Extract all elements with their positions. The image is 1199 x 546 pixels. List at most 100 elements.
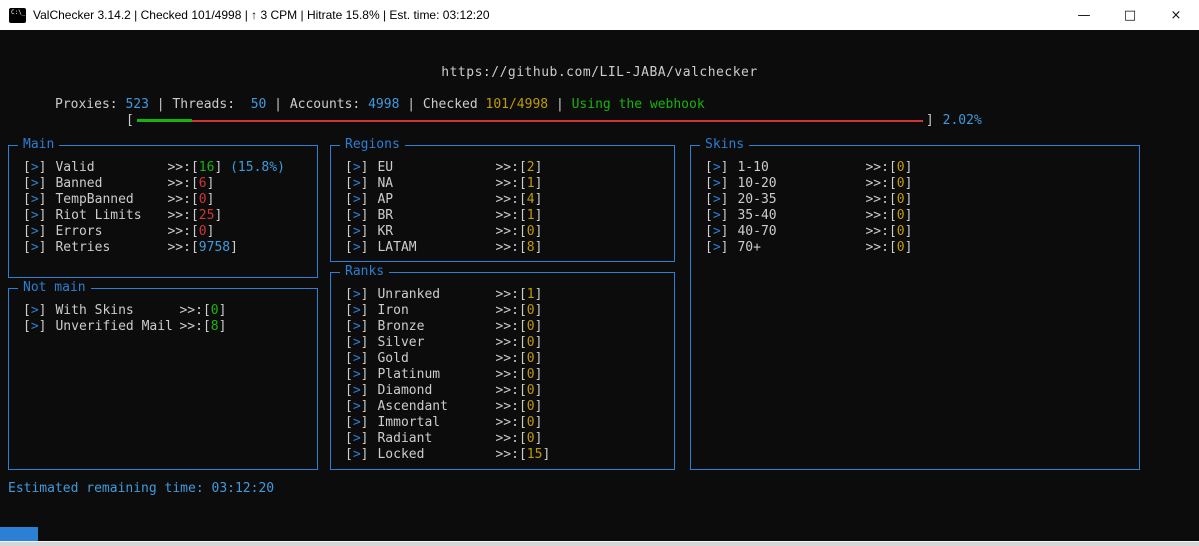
row-value: >>:[0] — [495, 351, 542, 367]
minimize-button[interactable]: — — [1061, 0, 1107, 30]
stat-row: [>]Platinum>>:[0] — [345, 367, 664, 383]
row-marker-icon: [>] — [345, 208, 368, 224]
stat-segment: Using the webhook — [572, 97, 705, 112]
row-label: TempBanned — [55, 192, 167, 208]
skins-box-title: Skins — [700, 137, 749, 152]
stat-segment: | Checked — [399, 97, 485, 112]
row-value: >>:[4] — [495, 192, 542, 208]
stat-row: [>]NA>>:[1] — [345, 176, 664, 192]
not-main-box-rows: [>]With Skins>>:[0][>]Unverified Mail>>:… — [9, 289, 317, 335]
row-value: >>:[0] — [495, 415, 542, 431]
stat-row: [>]TempBanned>>:[0] — [23, 192, 307, 208]
progress-percent: 2.02% — [943, 113, 982, 128]
stat-segment: 50 — [251, 97, 267, 112]
row-label: LATAM — [377, 240, 495, 256]
row-label: EU — [377, 160, 495, 176]
main-box-title: Main — [18, 137, 59, 152]
window-controls: — □ × — [1061, 0, 1199, 30]
stat-row: [>]20-35>>:[0] — [705, 192, 1129, 208]
stat-row: [>]Retries>>:[9758] — [23, 240, 307, 256]
row-label: Radiant — [377, 431, 495, 447]
progress-remaining-segment — [192, 120, 923, 122]
title-bar[interactable]: C:\_ ValChecker 3.14.2 | Checked 101/499… — [0, 0, 1199, 30]
maximize-button[interactable]: □ — [1107, 0, 1153, 30]
row-label: Retries — [55, 240, 167, 256]
progress-bar: [ ] 2.02% — [126, 113, 982, 128]
row-value: >>:[16] (15.8%) — [167, 160, 284, 176]
stat-row: [>]AP>>:[4] — [345, 192, 664, 208]
stat-row: [>]10-20>>:[0] — [705, 176, 1129, 192]
row-label: Bronze — [377, 319, 495, 335]
row-value: >>:[0] — [495, 303, 542, 319]
row-marker-icon: [>] — [705, 176, 728, 192]
row-label: BR — [377, 208, 495, 224]
row-value: >>:[25] — [167, 208, 222, 224]
row-label: With Skins — [55, 303, 179, 319]
row-marker-icon: [>] — [345, 160, 368, 176]
row-value: >>:[1] — [495, 287, 542, 303]
ranks-box-rows: [>]Unranked>>:[1][>]Iron>>:[0][>]Bronze>… — [331, 273, 674, 463]
stat-row: [>]KR>>:[0] — [345, 224, 664, 240]
row-label: 35-40 — [737, 208, 865, 224]
close-button[interactable]: × — [1153, 0, 1199, 30]
skins-stats-box: Skins [>]1-10>>:[0][>]10-20>>:[0][>]20-3… — [690, 145, 1140, 470]
stat-row: [>]70+>>:[0] — [705, 240, 1129, 256]
row-marker-icon: [>] — [345, 176, 368, 192]
row-label: Banned — [55, 176, 167, 192]
row-label: 70+ — [737, 240, 865, 256]
stat-row: [>]Errors>>:[0] — [23, 224, 307, 240]
row-label: Silver — [377, 335, 495, 351]
row-value: >>:[2] — [495, 160, 542, 176]
row-marker-icon: [>] — [345, 447, 368, 463]
row-value: >>:[8] — [495, 240, 542, 256]
row-marker-icon: [>] — [705, 192, 728, 208]
stat-segment: Proxies: — [55, 97, 125, 112]
remaining-time-label: Estimated remaining time: 03:12:20 — [8, 481, 274, 496]
stat-row: [>]Riot Limits>>:[25] — [23, 208, 307, 224]
row-label: Unranked — [377, 287, 495, 303]
main-stats-box: Main [>]Valid>>:[16] (15.8%)[>]Banned>>:… — [8, 145, 318, 278]
maximize-icon: □ — [1124, 8, 1136, 23]
row-marker-icon: [>] — [345, 319, 368, 335]
regions-box-rows: [>]EU>>:[2][>]NA>>:[1][>]AP>>:[4][>]BR>>… — [331, 146, 674, 256]
stat-row: [>]Immortal>>:[0] — [345, 415, 664, 431]
stat-segment: 101/4998 — [486, 97, 549, 112]
stat-segment: | — [548, 97, 571, 112]
row-marker-icon: [>] — [705, 160, 728, 176]
stat-row: [>]Banned>>:[6] — [23, 176, 307, 192]
row-marker-icon: [>] — [23, 192, 46, 208]
row-marker-icon: [>] — [23, 208, 46, 224]
row-label: NA — [377, 176, 495, 192]
stat-segment: | Accounts: — [266, 97, 368, 112]
minimize-icon: — — [1078, 8, 1091, 23]
row-marker-icon: [>] — [345, 287, 368, 303]
row-marker-icon: [>] — [23, 240, 46, 256]
row-label: KR — [377, 224, 495, 240]
row-marker-icon: [>] — [345, 351, 368, 367]
row-marker-icon: [>] — [23, 160, 46, 176]
row-value: >>:[15] — [495, 447, 550, 463]
row-value: >>:[0] — [495, 383, 542, 399]
row-label: Platinum — [377, 367, 495, 383]
not-main-box-title: Not main — [18, 280, 91, 295]
row-label: 1-10 — [737, 160, 865, 176]
row-label: Gold — [377, 351, 495, 367]
ranks-box-title: Ranks — [340, 264, 389, 279]
stat-row: [>]Diamond>>:[0] — [345, 383, 664, 399]
stat-segment: 523 — [125, 97, 148, 112]
row-marker-icon: [>] — [345, 303, 368, 319]
row-label: Unverified Mail — [55, 319, 179, 335]
row-value: >>:[0] — [167, 224, 214, 240]
stat-row: [>]Unverified Mail>>:[8] — [23, 319, 307, 335]
row-label: Locked — [377, 447, 495, 463]
stat-segment: 4998 — [368, 97, 399, 112]
row-marker-icon: [>] — [345, 383, 368, 399]
row-value: >>:[0] — [495, 431, 542, 447]
main-box-rows: [>]Valid>>:[16] (15.8%)[>]Banned>>:[6][>… — [9, 146, 317, 256]
row-label: 40-70 — [737, 224, 865, 240]
row-marker-icon: [>] — [345, 367, 368, 383]
row-value: >>:[0] — [865, 240, 912, 256]
console-area[interactable]: https://github.com/LIL-JABA/valchecker P… — [0, 30, 1199, 541]
regions-box-title: Regions — [340, 137, 405, 152]
stat-row: [>]With Skins>>:[0] — [23, 303, 307, 319]
